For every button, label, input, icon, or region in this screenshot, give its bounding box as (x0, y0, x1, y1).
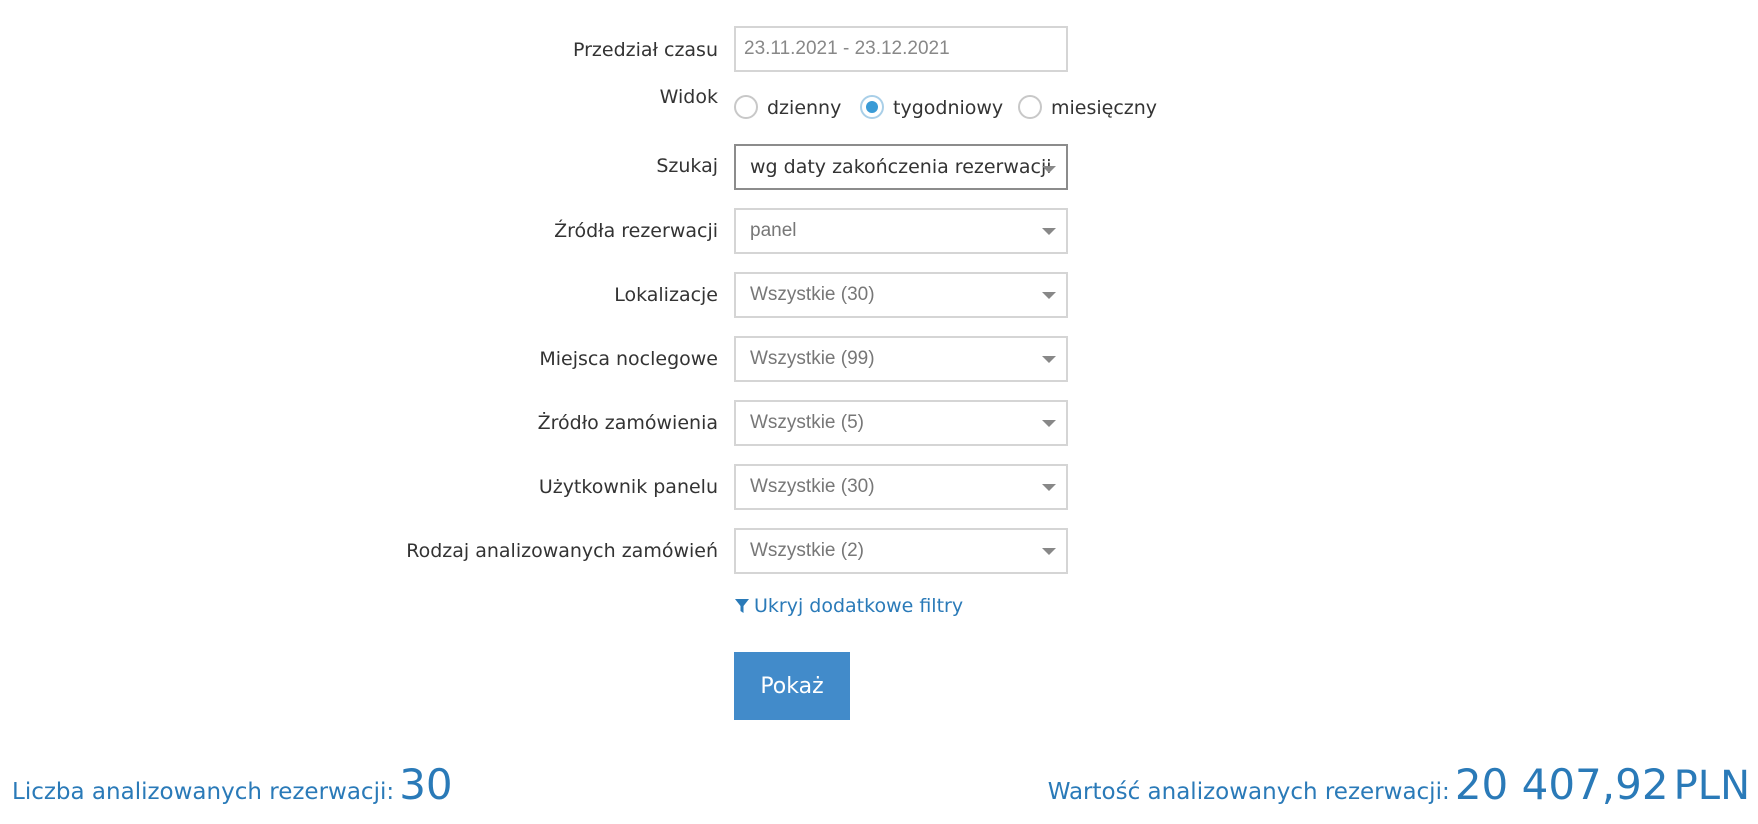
show-button[interactable]: Pokaż (734, 652, 850, 720)
date-range-input[interactable]: 23.11.2021 - 23.12.2021 (734, 26, 1068, 72)
accommodations-select[interactable]: Wszystkie (99) (734, 336, 1068, 382)
chevron-down-icon (1042, 548, 1056, 555)
booking-sources-label: Źródła rezerwacji (554, 220, 718, 242)
accommodations-value: Wszystkie (99) (750, 348, 875, 369)
view-radio-weekly-label[interactable]: tygodniowy (893, 95, 1003, 121)
hide-filters-link[interactable]: Ukryj dodatkowe filtry (734, 594, 963, 618)
chevron-down-icon (1042, 420, 1056, 427)
view-radio-daily[interactable] (734, 95, 758, 119)
order-type-value: Wszystkie (2) (750, 540, 864, 561)
chevron-down-icon (1042, 166, 1056, 173)
view-radio-monthly[interactable] (1018, 95, 1042, 119)
order-source-value: Wszystkie (5) (750, 412, 864, 433)
locations-value: Wszystkie (30) (750, 284, 875, 305)
report-filter-page: Przedział czasu 23.11.2021 - 23.12.2021 … (0, 0, 1758, 824)
hide-filters-label: Ukryj dodatkowe filtry (754, 595, 964, 617)
search-select-value: wg daty zakończenia rezerwacji (750, 156, 1052, 178)
booking-sources-select[interactable]: panel (734, 208, 1068, 254)
analyzed-count: Liczba analizowanych rezerwacji: 30 (12, 760, 453, 809)
view-radio-daily-label[interactable]: dzienny (767, 95, 841, 121)
chevron-down-icon (1042, 228, 1056, 235)
panel-user-select[interactable]: Wszystkie (30) (734, 464, 1068, 510)
panel-user-value: Wszystkie (30) (750, 476, 875, 497)
analyzed-value-currency: PLN (1673, 763, 1750, 809)
view-radio-weekly[interactable] (860, 95, 884, 119)
panel-user-label: Użytkownik panelu (538, 476, 718, 498)
order-type-select[interactable]: Wszystkie (2) (734, 528, 1068, 574)
analyzed-count-label: Liczba analizowanych rezerwacji: (12, 779, 395, 805)
chevron-down-icon (1042, 356, 1056, 363)
search-label: Szukaj (656, 155, 718, 177)
order-type-label: Rodzaj analizowanych zamówień (406, 540, 718, 562)
order-source-select[interactable]: Wszystkie (5) (734, 400, 1068, 446)
view-radio-monthly-label[interactable]: miesięczny (1051, 95, 1157, 121)
view-label: Widok (659, 86, 718, 108)
chevron-down-icon (1042, 484, 1056, 491)
analyzed-value-label: Wartość analizowanych rezerwacji: (1047, 779, 1450, 805)
locations-select[interactable]: Wszystkie (30) (734, 272, 1068, 318)
search-select[interactable]: wg daty zakończenia rezerwacji (734, 144, 1068, 190)
filter-icon (735, 599, 749, 613)
analyzed-value: Wartość analizowanych rezerwacji: 20 407… (1048, 760, 1750, 809)
analyzed-count-value: 30 (399, 760, 453, 809)
analyzed-value-amount: 20 407,92 (1454, 760, 1669, 809)
order-source-label: Żródło zamówienia (537, 412, 718, 434)
booking-sources-value: panel (750, 220, 797, 241)
date-range-label: Przedział czasu (573, 39, 718, 61)
chevron-down-icon (1042, 292, 1056, 299)
accommodations-label: Miejsca noclegowe (539, 348, 718, 370)
locations-label: Lokalizacje (614, 284, 718, 306)
